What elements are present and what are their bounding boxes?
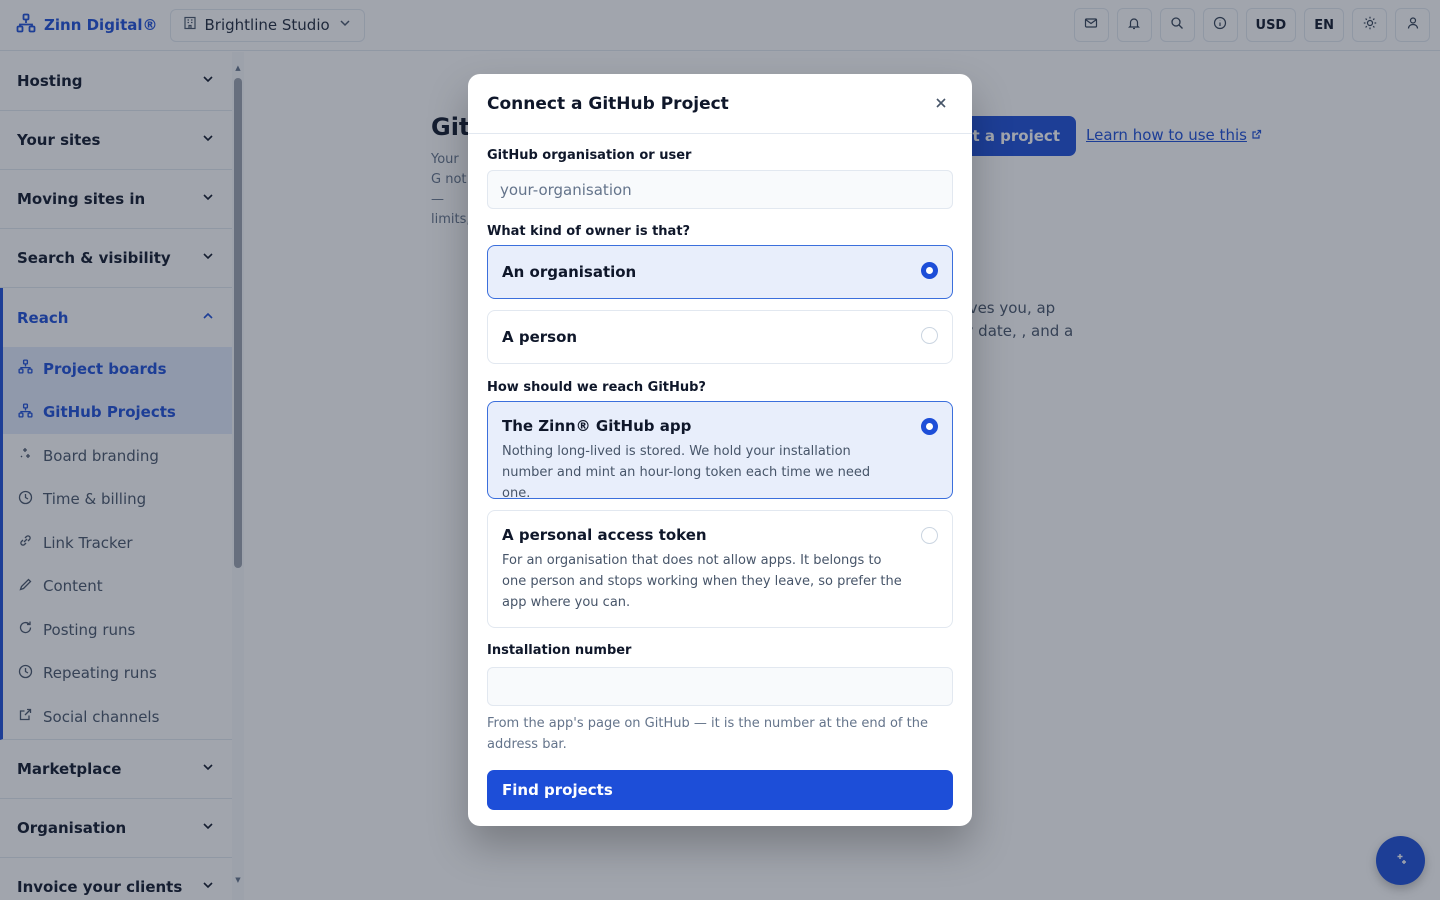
org-label: GitHub organisation or user: [487, 148, 692, 163]
owner-label: What kind of owner is that?: [487, 224, 691, 239]
reach-label: How should we reach GitHub?: [487, 380, 706, 395]
radio-unselected[interactable]: [921, 327, 938, 344]
radio-selected[interactable]: [921, 418, 938, 435]
install-label: Installation number: [487, 643, 632, 658]
modal-title: Connect a GitHub Project: [487, 93, 729, 114]
radio-unselected[interactable]: [921, 527, 938, 544]
reach-option-access-token[interactable]: A personal access token For an organisat…: [487, 510, 953, 628]
find-projects-button[interactable]: Find projects: [487, 770, 953, 810]
option-title: An organisation: [502, 263, 637, 281]
close-button[interactable]: [929, 92, 953, 116]
connect-github-modal: Connect a GitHub Project GitHub organisa…: [468, 74, 972, 826]
modal-body: GitHub organisation or user What kind of…: [468, 134, 972, 810]
owner-option-organisation[interactable]: An organisation: [487, 245, 953, 299]
org-input[interactable]: [487, 170, 953, 209]
reach-option-github-app[interactable]: The Zinn® GitHub app Nothing long-lived …: [487, 401, 953, 501]
owner-option-person[interactable]: A person: [487, 310, 953, 364]
install-help-text: From the app's page on GitHub — it is th…: [487, 716, 928, 752]
installation-number-input[interactable]: [487, 667, 953, 706]
option-title: The Zinn® GitHub app: [502, 417, 692, 435]
option-description: For an organisation that does not allow …: [502, 553, 902, 610]
modal-header: Connect a GitHub Project: [468, 74, 972, 134]
option-title: A person: [502, 328, 578, 346]
close-icon: [935, 94, 947, 113]
option-description: Nothing long-lived is stored. We hold yo…: [502, 444, 871, 501]
option-title: A personal access token: [502, 526, 707, 544]
radio-selected[interactable]: [921, 262, 938, 279]
